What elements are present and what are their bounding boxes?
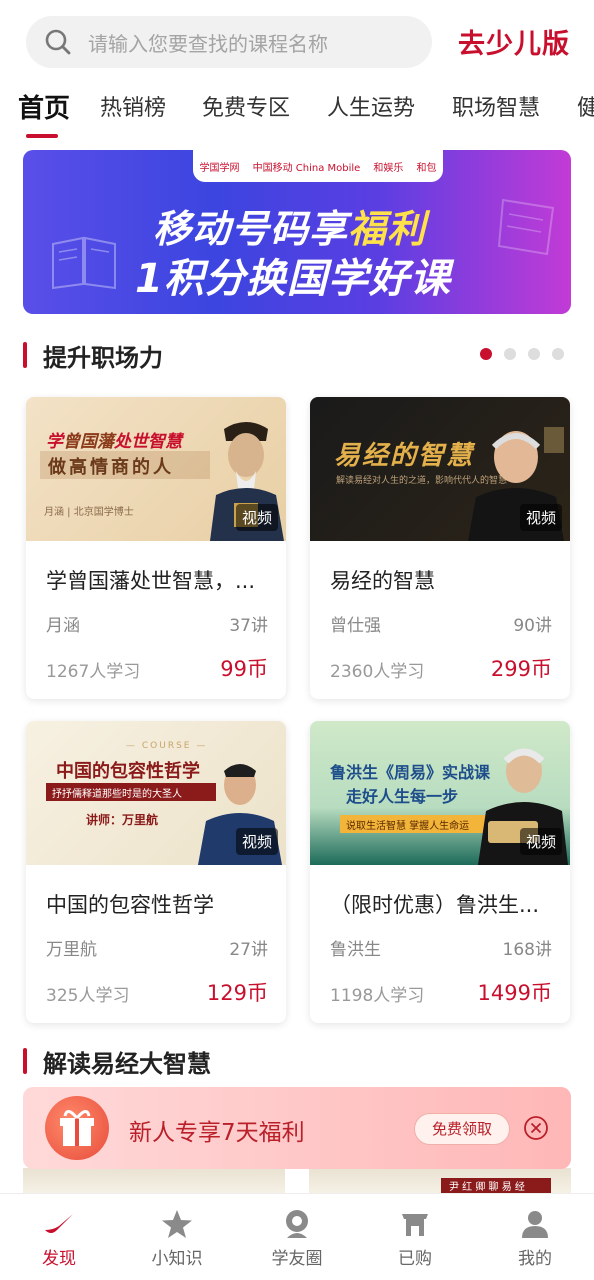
course-price: 299币 [490, 657, 552, 681]
thumb-title: 易经的智慧 [334, 441, 475, 471]
thumb-teacher: 月涵 | 北京国学博士 [44, 507, 134, 518]
carousel-dot[interactable] [552, 348, 564, 360]
course-students: 2360人学习 [330, 662, 425, 682]
course-card-peek[interactable] [23, 1168, 285, 1194]
carousel-dot[interactable] [528, 348, 540, 360]
search-placeholder: 请输入您要查找的课程名称 [88, 31, 328, 56]
purchased-icon [402, 1214, 428, 1236]
tab-bestsellers[interactable]: 热销榜 [100, 90, 166, 122]
course-title: 中国的包容性哲学 [46, 893, 214, 917]
profile-icon [522, 1211, 548, 1238]
nav-community[interactable]: 学友圈 [252, 1202, 342, 1269]
course-title: （限时优惠）鲁洪生... [330, 893, 540, 917]
nav-discover[interactable]: 发现 [14, 1202, 104, 1269]
close-icon[interactable] [523, 1115, 549, 1141]
video-tag: 视频 [519, 828, 562, 855]
thumb-title: 中国的包容性哲学 [56, 761, 200, 782]
course-teacher: 万里航 [46, 940, 97, 960]
course-thumbnail: 易经的智慧 解读易经对人生的之道，影响代代人的智慧 视频 [310, 397, 570, 541]
gift-icon [45, 1096, 109, 1160]
banner-headline-b: 福利 [348, 207, 427, 251]
video-tag: 视频 [519, 504, 562, 531]
nav-profile[interactable]: 我的 [490, 1202, 580, 1269]
community-icon [286, 1210, 308, 1238]
video-tag: 视频 [235, 828, 278, 855]
carousel-dots [480, 348, 576, 360]
thumb-subtitle: 做高情商的人 [48, 457, 174, 478]
carousel-dot[interactable] [504, 348, 516, 360]
star-icon [162, 1210, 192, 1238]
banner-subheadline: 1积分换国学好课 [135, 256, 451, 302]
nav-label: 我的 [518, 1249, 552, 1269]
course-card[interactable]: 易经的智慧 解读易经对人生的之道，影响代代人的智慧 视频 易经的智慧 曾仕强 9… [310, 397, 570, 699]
tab-free-zone[interactable]: 免费专区 [202, 90, 290, 122]
bottom-navigation: 发现 小知识 学友圈 已购 我的 [0, 1193, 594, 1280]
course-lessons: 37讲 [229, 616, 268, 636]
video-tag: 视频 [235, 504, 278, 531]
book-icon [52, 236, 116, 290]
course-students: 325人学习 [46, 986, 130, 1006]
partner-logo: 学国学网 [199, 162, 240, 174]
partner-logo: 和娱乐 [373, 162, 404, 174]
thumb-bar: 抒抒儒释道那些时是的大圣人 [46, 783, 216, 801]
promo-text: 新人专享7天福利 [129, 1120, 305, 1146]
new-user-promo[interactable]: 新人专享7天福利 免费领取 [23, 1087, 571, 1169]
category-tabs: 首页 热销榜 免费专区 人生运势 职场智慧 健 [0, 84, 594, 140]
course-teacher: 鲁洪生 [330, 940, 381, 960]
app-screen: 请输入您要查找的课程名称 去少儿版 首页 热销榜 免费专区 人生运势 职场智慧 … [0, 0, 594, 1280]
tab-home[interactable]: 首页 [18, 88, 70, 125]
nav-label: 学友圈 [271, 1249, 323, 1269]
nav-purchased[interactable]: 已购 [370, 1202, 460, 1269]
scroll-icon [497, 198, 555, 256]
partner-logos: 学国学网 中国移动 China Mobile 和娱乐 和包 [193, 150, 443, 182]
course-students: 1267人学习 [46, 662, 141, 682]
nav-label: 发现 [42, 1249, 76, 1269]
course-price: 1499币 [477, 981, 552, 1005]
search-input[interactable]: 请输入您要查找的课程名称 [26, 16, 432, 68]
tab-health[interactable]: 健 [577, 90, 594, 122]
tab-life-fortune[interactable]: 人生运势 [327, 90, 415, 122]
course-students: 1198人学习 [330, 986, 425, 1006]
section-title: 解读易经大智慧 [23, 1044, 211, 1079]
course-title: 学曾国藩处世智慧，... [46, 569, 256, 593]
nav-tips[interactable]: 小知识 [132, 1202, 222, 1269]
search-icon [45, 29, 71, 55]
promo-banner[interactable]: 学国学网 中国移动 China Mobile 和娱乐 和包 移动号码享福利 1积… [23, 150, 571, 314]
course-card[interactable]: — COURSE — 中国的包容性哲学 抒抒儒释道那些时是的大圣人 讲师：万里航… [26, 721, 286, 1023]
course-teacher: 月涵 [46, 616, 80, 636]
thumb-subtitle: 走好人生每一步 [346, 787, 459, 806]
course-lessons: 90讲 [513, 616, 552, 636]
discover-icon [45, 1214, 73, 1233]
course-card-peek[interactable]: 尹 红 卿 聊 易 经 [309, 1168, 571, 1194]
course-card[interactable]: 学曾国藩处世智慧 做高情商的人 月涵 | 北京国学博士 视频 学曾国藩处世智慧，… [26, 397, 286, 699]
course-thumbnail: — COURSE — 中国的包容性哲学 抒抒儒释道那些时是的大圣人 讲师：万里航… [26, 721, 286, 865]
kids-version-link[interactable]: 去少儿版 [458, 22, 570, 61]
active-tab-indicator [26, 134, 58, 138]
course-lessons: 168讲 [502, 940, 552, 960]
banner-headline: 移动号码享福利 [153, 198, 426, 253]
section-title: 提升职场力 [23, 338, 163, 373]
thumb-title: 鲁洪生《周易》实战课 [330, 763, 491, 782]
course-thumbnail: 鲁洪生《周易》实战课 走好人生每一步 说取生活智慧 掌握人生命运 视频 [310, 721, 570, 865]
thumb-teacher: 讲师：万里航 [86, 813, 159, 827]
claim-free-button[interactable]: 免费领取 [414, 1113, 510, 1145]
course-title: 易经的智慧 [330, 569, 435, 593]
carousel-dot[interactable] [480, 348, 492, 360]
course-card[interactable]: 鲁洪生《周易》实战课 走好人生每一步 说取生活智慧 掌握人生命运 视频 （限时优… [310, 721, 570, 1023]
course-lessons: 27讲 [229, 940, 268, 960]
nav-label: 小知识 [151, 1249, 203, 1269]
course-price: 129币 [206, 981, 268, 1005]
partner-logo: 和包 [416, 162, 437, 174]
partner-logo: 中国移动 China Mobile [252, 162, 361, 174]
course-price: 99币 [220, 657, 268, 681]
thumb-title: 学曾国藩处世智慧 [46, 432, 182, 452]
nav-label: 已购 [398, 1249, 432, 1269]
course-thumbnail: 学曾国藩处世智慧 做高情商的人 月涵 | 北京国学博士 视频 [26, 397, 286, 541]
tab-workplace-wisdom[interactable]: 职场智慧 [452, 90, 540, 122]
course-teacher: 曾仕强 [330, 616, 381, 636]
peek-badge: 尹 红 卿 聊 易 经 [441, 1178, 551, 1194]
banner-headline-a: 移动号码享 [153, 207, 349, 251]
top-bar: 请输入您要查找的课程名称 去少儿版 [0, 0, 594, 80]
